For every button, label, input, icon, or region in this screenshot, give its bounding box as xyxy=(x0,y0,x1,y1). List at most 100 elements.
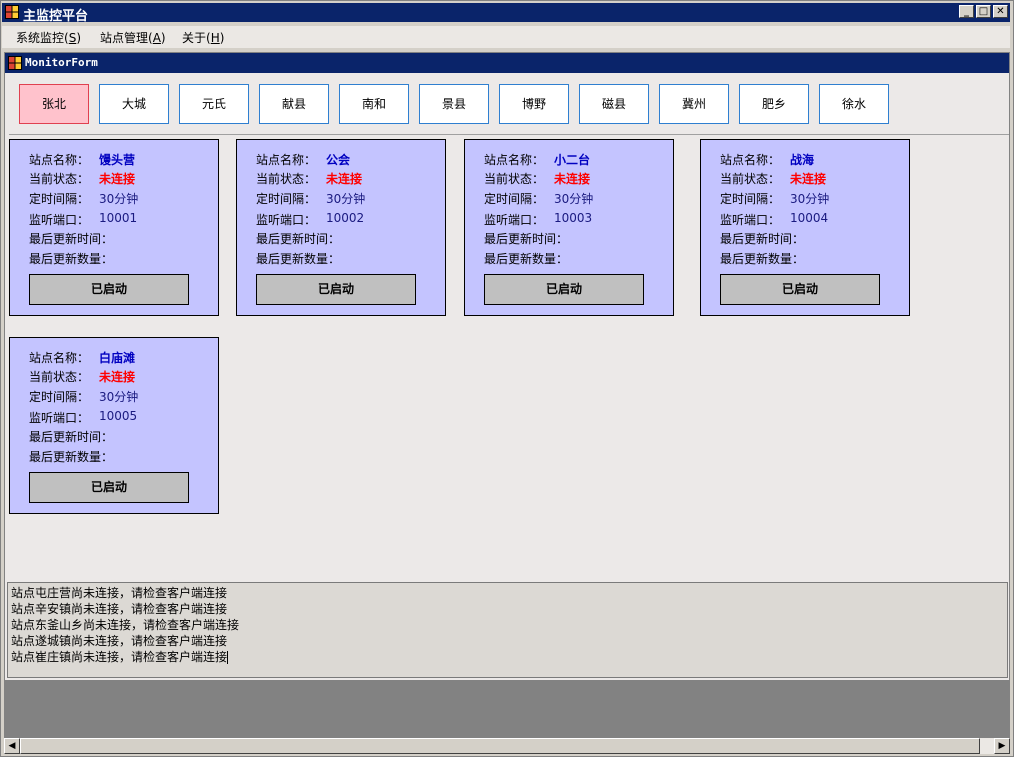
last-count-row: 最后更新数量： xyxy=(720,250,804,267)
station-name: 战海 xyxy=(790,153,815,167)
start-button[interactable]: 已启动 xyxy=(29,274,189,305)
last-time-row: 最后更新时间： xyxy=(256,230,340,247)
last-count-row: 最后更新数量： xyxy=(256,250,340,267)
interval-value: 30分钟 xyxy=(790,192,830,206)
port-value: 10002 xyxy=(326,211,365,225)
menu-label: 系统监控 xyxy=(16,31,65,45)
name-label: 站点名称： xyxy=(256,153,317,167)
app-icon xyxy=(5,5,19,19)
station-card: 站点名称： 白庙滩 当前状态： 未连接 定时间隔： 30分钟 监听端口： 10005 最… xyxy=(9,337,219,514)
status-row: 当前状态： 未连接 xyxy=(720,170,826,187)
last-count-label: 最后更新数量： xyxy=(29,252,114,266)
status-value: 未连接 xyxy=(99,370,136,384)
station-button-dacheng[interactable]: 大城 xyxy=(99,84,169,124)
form-icon xyxy=(8,56,22,70)
log-line: 站点辛安镇尚未连接，请检查客户端连接 xyxy=(11,602,228,616)
interval-row: 定时间隔： 30分钟 xyxy=(29,190,138,207)
last-count-label: 最后更新数量： xyxy=(29,450,114,464)
interval-label: 定时间隔： xyxy=(29,390,90,404)
name-row: 站点名称： 小二台 xyxy=(484,151,590,168)
menu-accelerator: H xyxy=(210,31,220,45)
menu-label: 站点管理 xyxy=(100,31,149,45)
child-title-bar[interactable]: MonitorForm xyxy=(5,53,1009,73)
name-label: 站点名称： xyxy=(29,351,90,365)
menu-station-management[interactable]: 站点管理(A) xyxy=(100,29,166,46)
last-time-label: 最后更新时间： xyxy=(484,232,569,246)
start-button[interactable]: 已启动 xyxy=(720,274,880,305)
menu-system-monitor[interactable]: 系统监控(S) xyxy=(16,29,81,46)
scroll-right-arrow-icon[interactable]: ▶ xyxy=(994,738,1010,754)
port-label: 监听端口： xyxy=(720,213,781,227)
minimize-button[interactable]: _ xyxy=(959,5,974,18)
port-label: 监听端口： xyxy=(484,213,545,227)
menu-label: 关于 xyxy=(182,31,207,45)
scroll-thumb[interactable] xyxy=(20,738,980,754)
interval-label: 定时间隔： xyxy=(484,192,545,206)
station-button-yuanshi[interactable]: 元氏 xyxy=(179,84,249,124)
last-count-row: 最后更新数量： xyxy=(29,448,113,465)
station-button-feixiang[interactable]: 肥乡 xyxy=(739,84,809,124)
status-value: 未连接 xyxy=(554,172,591,186)
log-textbox[interactable]: 站点屯庄营尚未连接，请检查客户端连接 站点辛安镇尚未连接，请检查客户端连接 站点… xyxy=(7,582,1008,678)
start-button[interactable]: 已启动 xyxy=(484,274,644,305)
start-button[interactable]: 已启动 xyxy=(29,472,189,503)
menu-accelerator: A xyxy=(152,31,161,45)
scroll-left-arrow-icon[interactable]: ◀ xyxy=(4,738,20,754)
status-label: 当前状态： xyxy=(29,172,90,186)
station-button-xianxian[interactable]: 献县 xyxy=(259,84,329,124)
station-button-jizhou[interactable]: 冀州 xyxy=(659,84,729,124)
name-row: 站点名称： 白庙滩 xyxy=(29,349,135,366)
port-row: 监听端口： 10002 xyxy=(256,211,364,228)
station-name: 馒头营 xyxy=(99,153,136,167)
interval-row: 定时间隔： 30分钟 xyxy=(720,190,829,207)
name-label: 站点名称： xyxy=(29,153,90,167)
last-count-label: 最后更新数量： xyxy=(720,252,805,266)
close-button[interactable]: ✕ xyxy=(993,5,1008,18)
title-bar[interactable]: 主监控平台 _ □ ✕ xyxy=(2,3,1010,24)
last-count-row: 最后更新数量： xyxy=(484,250,568,267)
last-time-row: 最后更新时间： xyxy=(720,230,804,247)
interval-label: 定时间隔： xyxy=(29,192,90,206)
name-label: 站点名称： xyxy=(720,153,781,167)
port-label: 监听端口： xyxy=(29,411,90,425)
text-caret xyxy=(227,651,229,664)
port-label: 监听端口： xyxy=(29,213,90,227)
port-row: 监听端口： 10001 xyxy=(29,211,137,228)
horizontal-scrollbar[interactable]: ◀ ▶ xyxy=(4,738,1010,754)
start-button[interactable]: 已启动 xyxy=(256,274,416,305)
station-button-xushui[interactable]: 徐水 xyxy=(819,84,889,124)
last-time-row: 最后更新时间： xyxy=(29,230,113,247)
status-label: 当前状态： xyxy=(484,172,545,186)
interval-row: 定时间隔： 30分钟 xyxy=(29,388,138,405)
menu-about[interactable]: 关于(H) xyxy=(182,29,224,46)
station-button-boye[interactable]: 博野 xyxy=(499,84,569,124)
separator-line xyxy=(9,134,1009,135)
status-label: 当前状态： xyxy=(29,370,90,384)
name-row: 站点名称： 公会 xyxy=(256,151,350,168)
port-row: 监听端口： 10004 xyxy=(720,211,828,228)
status-value: 未连接 xyxy=(790,172,827,186)
last-time-label: 最后更新时间： xyxy=(720,232,805,246)
last-count-label: 最后更新数量： xyxy=(484,252,569,266)
station-button-jingxian[interactable]: 景县 xyxy=(419,84,489,124)
menu-bar: 系统监控(S) 站点管理(A) 关于(H) xyxy=(2,26,1010,48)
station-button-nanhe[interactable]: 南和 xyxy=(339,84,409,124)
log-line: 站点东釜山乡尚未连接，请检查客户端连接 xyxy=(11,618,240,632)
status-label: 当前状态： xyxy=(720,172,781,186)
last-time-label: 最后更新时间： xyxy=(256,232,341,246)
window-title: 主监控平台 xyxy=(23,9,89,24)
status-label: 当前状态： xyxy=(256,172,317,186)
port-row: 监听端口： 10005 xyxy=(29,409,137,426)
name-row: 站点名称： 馒头营 xyxy=(29,151,135,168)
station-card: 站点名称： 馒头营 当前状态： 未连接 定时间隔： 30分钟 监听端口： 10001 最… xyxy=(9,139,219,316)
station-name: 公会 xyxy=(326,153,351,167)
port-value: 10001 xyxy=(99,211,138,225)
status-row: 当前状态： 未连接 xyxy=(484,170,590,187)
station-button-cixian[interactable]: 磁县 xyxy=(579,84,649,124)
window-controls: _ □ ✕ xyxy=(959,5,1008,18)
log-line: 站点遂城镇尚未连接，请检查客户端连接 xyxy=(11,634,228,648)
interval-value: 30分钟 xyxy=(99,390,139,404)
log-line-text: 站点崔庄镇尚未连接，请检查客户端连接 xyxy=(11,650,228,664)
station-button-zhangbei[interactable]: 张北 xyxy=(19,84,89,124)
maximize-button[interactable]: □ xyxy=(976,5,991,18)
